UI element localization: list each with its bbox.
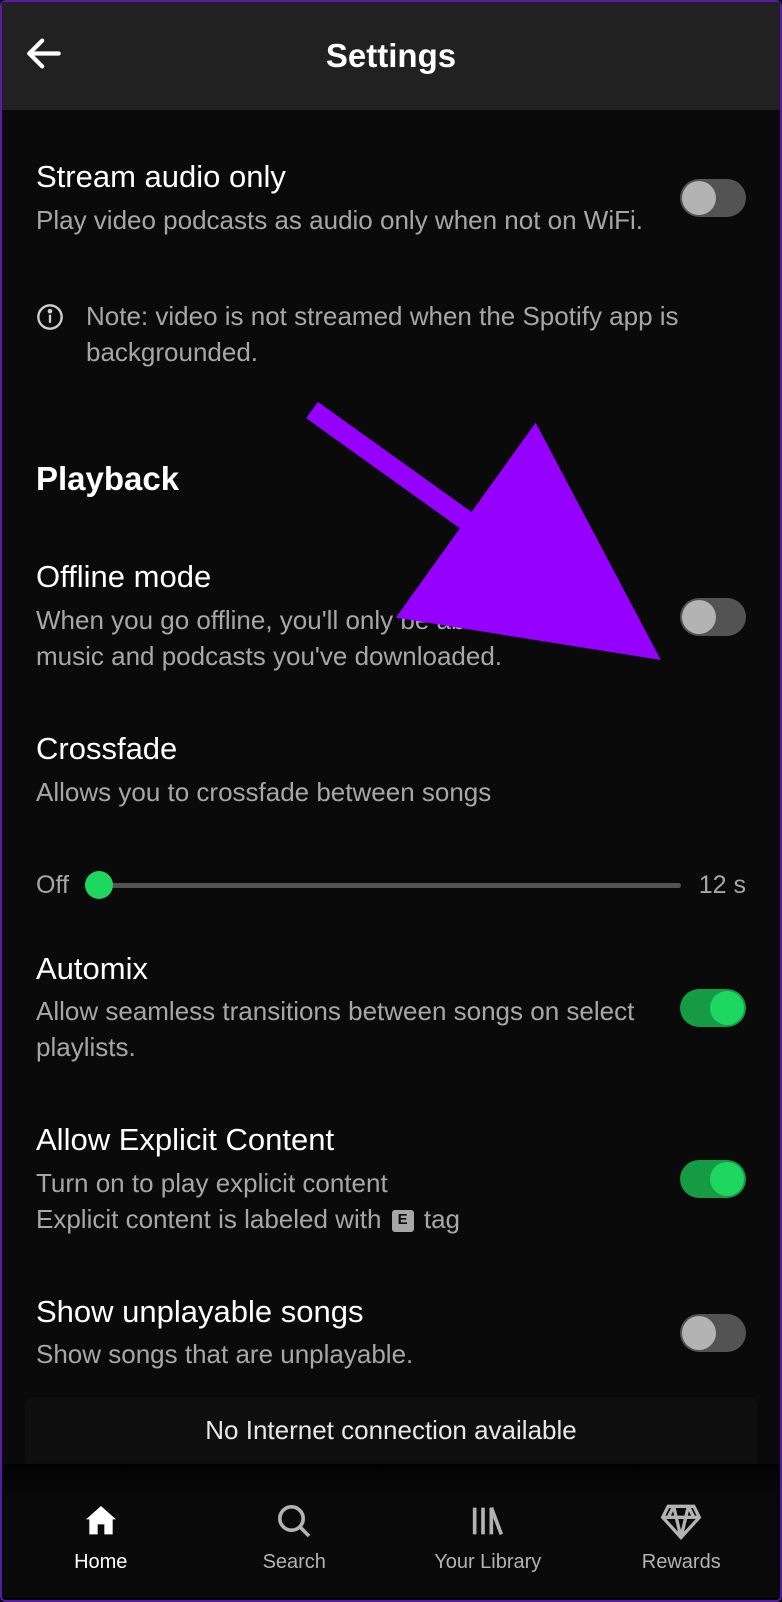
setting-unplayable-songs[interactable]: Show unplayable songs Show songs that ar… (36, 1293, 746, 1374)
info-note-row: Note: video is not streamed when the Spo… (36, 299, 746, 371)
setting-text: Stream audio only Play video podcasts as… (36, 158, 656, 239)
crossfade-slider-row: Off 12 s (36, 871, 746, 900)
nav-label: Search (263, 1551, 326, 1574)
setting-text: Show unplayable songs Show songs that ar… (36, 1293, 656, 1374)
toggle-automix[interactable] (680, 989, 746, 1027)
toast-no-internet: No Internet connection available (25, 1397, 757, 1464)
setting-text: Allow Explicit Content Turn on to play e… (36, 1121, 656, 1238)
settings-content: Stream audio only Play video podcasts as… (2, 110, 780, 1464)
nav-search[interactable]: Search (198, 1499, 392, 1574)
toggle-explicit-content[interactable] (680, 1160, 746, 1198)
home-icon (81, 1501, 121, 1541)
setting-automix[interactable]: Automix Allow seamless transitions betwe… (36, 950, 746, 1067)
slider-max-label: 12 s (699, 871, 746, 900)
setting-text: Offline mode When you go offline, you'll… (36, 558, 656, 675)
nav-rewards[interactable]: Rewards (585, 1499, 779, 1574)
setting-title: Automix (36, 950, 656, 989)
explicit-badge-icon: E (392, 1210, 414, 1232)
info-note-text: Note: video is not streamed when the Spo… (86, 299, 746, 371)
diamond-icon (659, 1501, 703, 1541)
slider-thumb[interactable] (85, 871, 113, 899)
slider-min-label: Off (36, 871, 69, 900)
back-button[interactable] (22, 32, 66, 81)
nav-label: Home (74, 1551, 127, 1574)
toggle-stream-audio-only[interactable] (680, 179, 746, 217)
setting-desc: Show songs that are unplayable. (36, 1337, 656, 1373)
search-icon (274, 1501, 314, 1541)
setting-title: Show unplayable songs (36, 1293, 656, 1332)
page-title: Settings (2, 37, 780, 75)
explicit-desc-post: tag (424, 1204, 460, 1234)
setting-desc: Play video podcasts as audio only when n… (36, 203, 656, 239)
setting-stream-audio-only[interactable]: Stream audio only Play video podcasts as… (36, 158, 746, 239)
nav-label: Rewards (642, 1551, 721, 1574)
app-header: Settings (2, 2, 780, 110)
setting-desc: Turn on to play explicit contentExplicit… (36, 1166, 656, 1238)
arrow-left-icon (22, 32, 66, 76)
crossfade-slider[interactable] (87, 883, 681, 888)
setting-title: Offline mode (36, 558, 656, 597)
nav-label: Your Library (434, 1551, 541, 1574)
setting-desc: When you go offline, you'll only be able… (36, 603, 656, 675)
nav-home[interactable]: Home (4, 1499, 198, 1574)
setting-crossfade: Crossfade Allows you to crossfade betwee… (36, 730, 746, 811)
library-icon (468, 1501, 508, 1541)
setting-offline-mode[interactable]: Offline mode When you go offline, you'll… (36, 558, 746, 675)
explicit-desc-pre: Turn on to play explicit contentExplicit… (36, 1168, 389, 1234)
toggle-offline-mode[interactable] (680, 598, 746, 636)
setting-title: Stream audio only (36, 158, 656, 197)
setting-text: Automix Allow seamless transitions betwe… (36, 950, 656, 1067)
info-icon (36, 303, 64, 331)
bottom-navbar: Home Search Your Library Rewards (4, 1458, 778, 1598)
section-header-playback: Playback (36, 460, 746, 498)
setting-desc: Allow seamless transitions between songs… (36, 994, 656, 1066)
toggle-unplayable-songs[interactable] (680, 1314, 746, 1352)
setting-desc: Allows you to crossfade between songs (36, 775, 746, 811)
setting-title: Crossfade (36, 730, 746, 769)
setting-text: Crossfade Allows you to crossfade betwee… (36, 730, 746, 811)
setting-explicit-content[interactable]: Allow Explicit Content Turn on to play e… (36, 1121, 746, 1238)
nav-library[interactable]: Your Library (391, 1499, 585, 1574)
setting-title: Allow Explicit Content (36, 1121, 656, 1160)
